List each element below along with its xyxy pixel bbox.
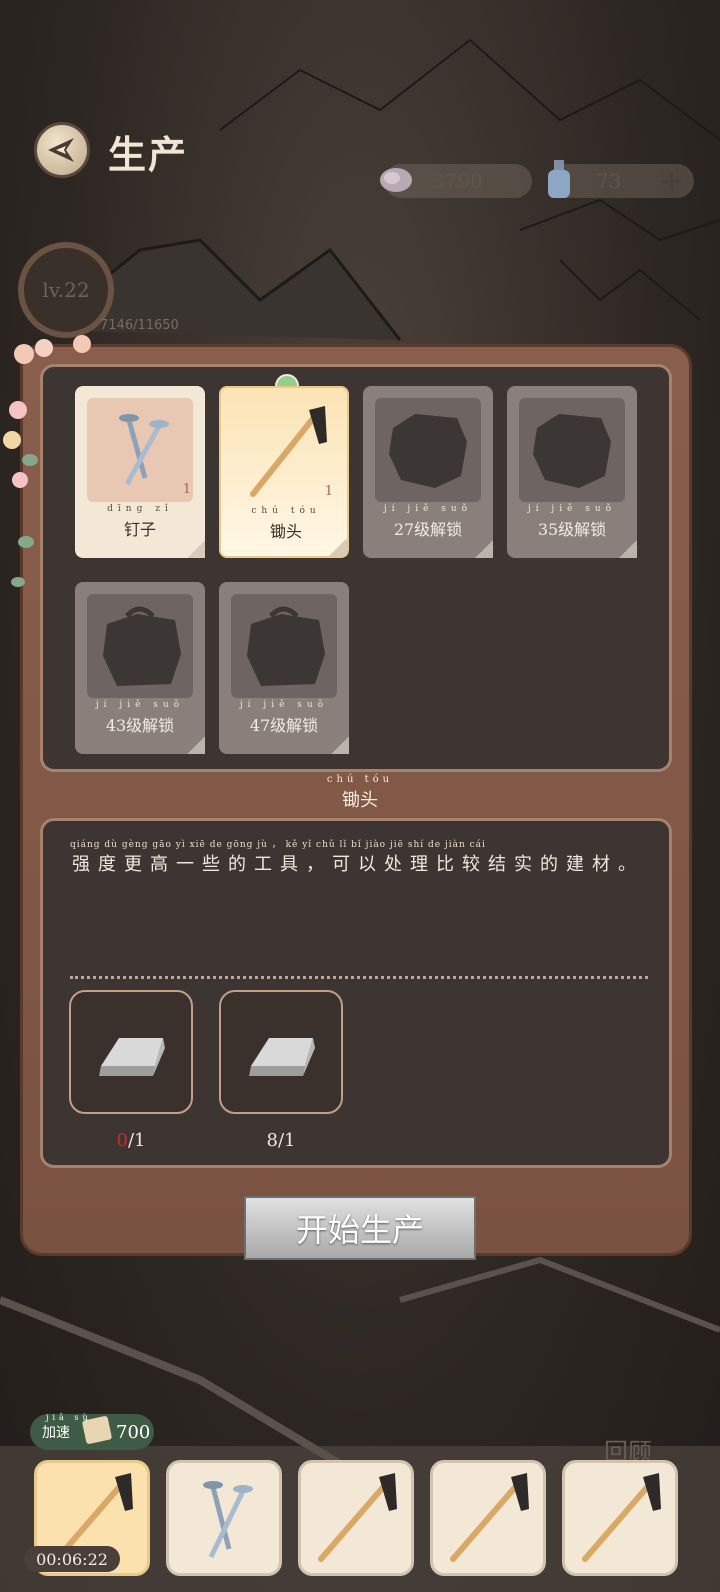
material-slot-2[interactable] [219, 990, 343, 1114]
description-pinyin: qiáng dù gèng gāo yì xiē de gōng jù ， kě… [70, 840, 486, 850]
item-card-hoe[interactable]: 1 chú tóu 锄头 [219, 386, 349, 558]
queue-slot-4[interactable] [430, 1460, 546, 1576]
production-timer: 00:06:22 [24, 1546, 120, 1572]
add-potion-button[interactable]: + [659, 164, 684, 199]
meat-resource: 3790 [380, 164, 532, 198]
item-count: 1 [182, 482, 191, 497]
material-count-1: 0/1 [116, 1130, 146, 1151]
item-pinyin: jí jiě suǒ [239, 700, 329, 710]
material-slot-1[interactable] [69, 990, 193, 1114]
item-name: 47级解锁 [249, 716, 319, 735]
nail-icon [203, 1481, 253, 1559]
rock-silhouette-icon [533, 414, 611, 488]
backpack-silhouette-icon [103, 606, 181, 686]
iron-ingot-icon [99, 1038, 165, 1076]
rock-silhouette-icon [389, 414, 467, 488]
selected-item-name: 锄头 [342, 790, 378, 811]
nail-icon [119, 414, 169, 486]
item-card-locked-35[interactable]: jí jiě suǒ 35级解锁 [507, 386, 637, 558]
item-name: 35级解锁 [537, 520, 607, 539]
queue-slot-3[interactable] [298, 1460, 414, 1576]
meat-icon [380, 168, 412, 192]
meat-count: 3790 [432, 169, 483, 193]
scroll-ticket-icon [82, 1416, 112, 1444]
hoe-icon [582, 1473, 661, 1562]
item-description: 强度更高一些的工具，可以处理比较结实的建材。 [72, 854, 644, 875]
start-production-button[interactable]: 开始生产 [244, 1196, 476, 1260]
divider [70, 976, 648, 979]
iron-ingot-icon [249, 1038, 315, 1076]
selected-item-pinyin: chú tóu [326, 774, 394, 785]
back-button[interactable] [34, 122, 90, 178]
item-card-nail[interactable]: 1 dīng zǐ 钉子 [75, 386, 205, 558]
item-pinyin: chú tóu [251, 506, 321, 516]
item-card-locked-27[interactable]: jí jiě suǒ 27级解锁 [363, 386, 493, 558]
compass-back-icon [48, 138, 74, 162]
speedup-button[interactable]: jiā sù 加速 700 [30, 1413, 154, 1450]
queue-slot-5[interactable] [562, 1460, 678, 1576]
page-title: 生产 [108, 133, 189, 177]
item-pinyin: jí jiě suǒ [383, 504, 473, 514]
hoe-icon [450, 1473, 529, 1562]
queue-slot-2[interactable] [166, 1460, 282, 1576]
item-pinyin: jí jiě suǒ [95, 700, 185, 710]
item-pinyin: dīng zǐ [107, 504, 173, 514]
material-count-2: 8/1 [266, 1130, 296, 1151]
item-card-locked-47[interactable]: jí jiě suǒ 47级解锁 [219, 582, 349, 754]
item-name: 43级解锁 [105, 716, 175, 735]
speedup-label: 加速 [42, 1425, 70, 1441]
speedup-cost: 700 [116, 1422, 151, 1443]
item-card-locked-43[interactable]: jí jiě suǒ 43级解锁 [75, 582, 205, 754]
hoe-icon [250, 406, 327, 497]
potion-bottle-icon [548, 160, 570, 198]
item-count: 1 [324, 484, 333, 499]
backpack-silhouette-icon [247, 606, 325, 686]
item-name: 钉子 [123, 520, 156, 539]
hoe-icon [318, 1473, 397, 1562]
potion-count: 73 [596, 169, 622, 193]
item-pinyin: jí jiě suǒ [527, 504, 617, 514]
potion-resource: 73 + [548, 160, 694, 199]
item-name: 27级解锁 [393, 520, 463, 539]
